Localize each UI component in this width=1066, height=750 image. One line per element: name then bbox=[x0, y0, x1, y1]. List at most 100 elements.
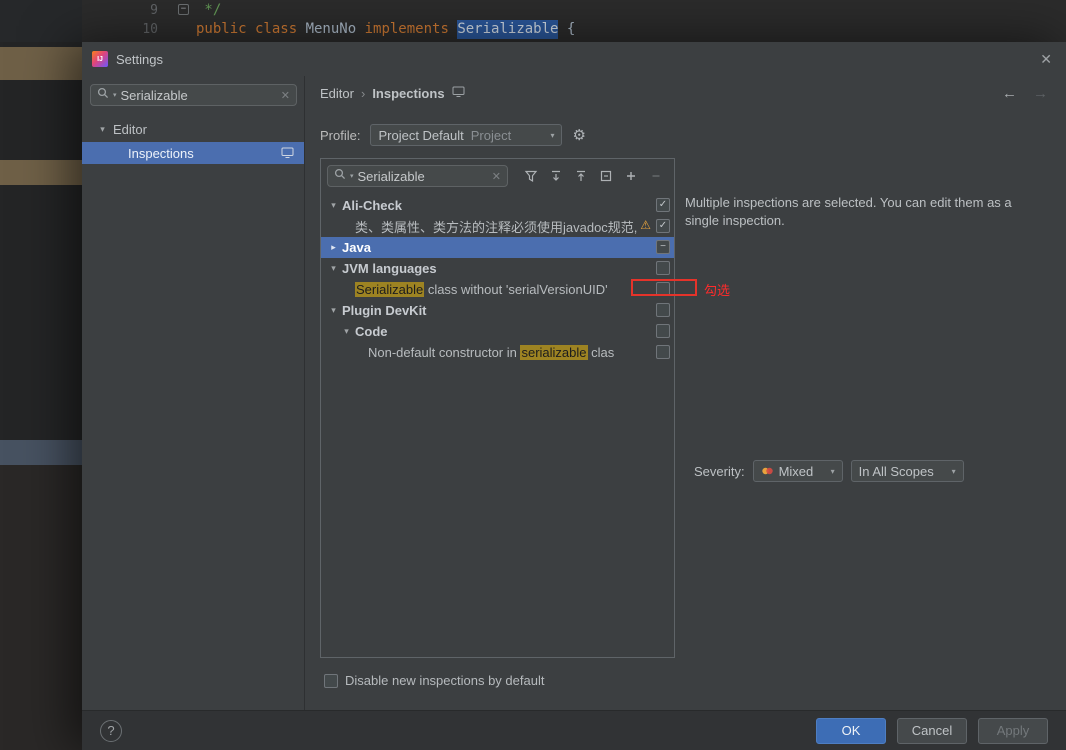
mixed-severity-icon bbox=[761, 465, 774, 477]
monitor-icon bbox=[452, 86, 465, 101]
editor-lines: 9− */ 10 public class MenuNo implements Se… bbox=[112, 1, 575, 39]
code-token: Serializable bbox=[457, 20, 559, 39]
inspection-checkbox[interactable]: ✓ bbox=[656, 198, 670, 212]
scope-dropdown[interactable]: In All Scopes ▾ bbox=[850, 460, 964, 482]
inspection-row[interactable]: ▾ Plugin DevKit bbox=[321, 300, 674, 321]
clear-search-icon[interactable]: ✕ bbox=[281, 89, 290, 102]
inspection-label: Ali-Check bbox=[342, 198, 402, 213]
inspections-search[interactable]: ▾ ✕ bbox=[327, 165, 508, 187]
chevron-down-icon: ▾ bbox=[550, 130, 555, 140]
filter-icon[interactable] bbox=[523, 169, 538, 184]
ok-button[interactable]: OK bbox=[816, 717, 886, 744]
inspection-checkbox[interactable] bbox=[656, 324, 670, 338]
checkbox-icon[interactable] bbox=[324, 673, 338, 688]
search-history-caret-icon[interactable]: ▾ bbox=[350, 172, 354, 180]
remove-icon bbox=[648, 169, 663, 184]
severity-value: Mixed bbox=[778, 463, 814, 479]
code-token: MenuNo bbox=[305, 21, 365, 37]
dialog-title: Settings bbox=[116, 51, 163, 67]
checkbox-label: Disable new inspections by default bbox=[345, 673, 545, 688]
code-token: */ bbox=[196, 2, 222, 18]
breadcrumb: Editor › Inspections bbox=[320, 86, 465, 101]
inspection-checkbox[interactable]: ✓ bbox=[656, 219, 670, 233]
inspection-checkbox[interactable] bbox=[656, 261, 670, 275]
apply-button[interactable]: Apply bbox=[978, 717, 1048, 744]
chevron-down-icon[interactable]: ▾ bbox=[96, 124, 109, 135]
collapse-all-icon[interactable] bbox=[573, 169, 588, 184]
code-token: public class bbox=[196, 21, 306, 37]
code-token: { bbox=[558, 21, 576, 37]
fold-marker-icon[interactable]: − bbox=[158, 1, 196, 20]
monitor-icon bbox=[281, 147, 294, 162]
detail-message: Multiple inspections are selected. You c… bbox=[685, 195, 1012, 228]
project-panel-selection bbox=[0, 440, 82, 465]
scope-value: In All Scopes bbox=[858, 463, 934, 479]
inspection-row[interactable]: ▸ Java − bbox=[321, 237, 674, 258]
clear-search-icon[interactable]: ✕ bbox=[492, 170, 501, 183]
editor-gutter-bg bbox=[0, 0, 82, 42]
breadcrumb-editor[interactable]: Editor bbox=[320, 86, 354, 101]
group-by-icon[interactable] bbox=[598, 169, 613, 184]
inspection-checkbox[interactable]: − bbox=[656, 240, 670, 254]
chevron-down-icon: ▾ bbox=[830, 466, 835, 476]
inspection-row[interactable]: ▾ Code bbox=[321, 321, 674, 342]
inspection-row[interactable]: 类、类属性、类方法的注释必须使用javadoc规范, ⚠ ✓ bbox=[321, 216, 674, 237]
red-annotation-box bbox=[631, 279, 697, 296]
cancel-button[interactable]: Cancel bbox=[897, 717, 967, 744]
project-panel-highlight bbox=[0, 47, 82, 80]
disable-new-inspections-checkbox[interactable]: Disable new inspections by default bbox=[324, 673, 544, 688]
add-icon[interactable] bbox=[623, 169, 638, 184]
profile-hint: Project bbox=[470, 127, 512, 143]
inspection-label: Code bbox=[355, 324, 388, 339]
sidebar-item-inspections[interactable]: Inspections bbox=[82, 142, 304, 164]
inspection-row[interactable]: ▾ Ali-Check ✓ bbox=[321, 195, 674, 216]
chevron-down-icon[interactable]: ▾ bbox=[327, 200, 340, 211]
settings-sidebar: ▾ ✕ ▾ Editor Inspections bbox=[82, 76, 305, 710]
profile-row: Profile: Project Default Project ▾ ⚙ bbox=[320, 124, 586, 146]
dialog-titlebar[interactable]: IJ Settings ✕ bbox=[82, 42, 1066, 76]
gear-icon[interactable]: ⚙ bbox=[572, 126, 585, 144]
inspections-search-input[interactable] bbox=[357, 168, 488, 184]
chevron-right-icon[interactable]: ▸ bbox=[327, 242, 340, 253]
line-number: 9 bbox=[150, 3, 158, 18]
search-history-caret-icon[interactable]: ▾ bbox=[113, 91, 117, 99]
settings-main: Editor › Inspections ← → Profile: Projec… bbox=[305, 76, 1066, 710]
inspection-checkbox[interactable] bbox=[656, 303, 670, 317]
project-panel-bg bbox=[0, 465, 82, 750]
chevron-down-icon: ▾ bbox=[951, 466, 956, 476]
settings-dialog: IJ Settings ✕ ▾ ✕ ▾ Editor Inspections bbox=[82, 42, 1066, 750]
breadcrumb-separator: › bbox=[360, 86, 366, 101]
code-editor[interactable]: 9− */ 10 public class MenuNo implements Se… bbox=[0, 0, 1066, 42]
chevron-down-icon[interactable]: ▾ bbox=[327, 263, 340, 274]
profile-label: Profile: bbox=[320, 127, 361, 143]
inspection-checkbox[interactable] bbox=[656, 345, 670, 359]
sidebar-item-label: Editor bbox=[113, 121, 147, 137]
back-arrow-icon[interactable]: ← bbox=[1002, 85, 1017, 102]
expand-all-icon[interactable] bbox=[548, 169, 563, 184]
inspection-label: Serializable class without 'serialVersio… bbox=[355, 282, 608, 297]
search-icon bbox=[97, 86, 109, 104]
chevron-down-icon[interactable]: ▾ bbox=[340, 326, 353, 337]
inspection-row[interactable]: Serializable class without 'serialVersio… bbox=[321, 279, 730, 300]
inspection-row[interactable]: ▾ JVM languages bbox=[321, 258, 674, 279]
help-button[interactable]: ? bbox=[100, 719, 122, 742]
inspection-row[interactable]: Non-default constructor in serializable … bbox=[321, 342, 674, 363]
severity-label: Severity: bbox=[694, 463, 745, 479]
line-number: 10 bbox=[142, 22, 158, 37]
sidebar-item-label: Inspections bbox=[128, 145, 194, 161]
inspection-label: JVM languages bbox=[342, 261, 437, 276]
forward-arrow-icon[interactable]: → bbox=[1033, 85, 1048, 102]
close-icon[interactable]: ✕ bbox=[1040, 51, 1052, 68]
sidebar-search[interactable]: ▾ ✕ bbox=[90, 84, 297, 106]
sidebar-search-input[interactable] bbox=[120, 87, 277, 103]
profile-dropdown[interactable]: Project Default Project ▾ bbox=[370, 124, 563, 146]
inspection-tree: ▾ Ali-Check ✓ 类、类属性、类方法的注释必须使用javadoc规范, ⚠ ✓ ▸… bbox=[321, 195, 730, 363]
sidebar-item-editor[interactable]: ▾ Editor bbox=[82, 118, 304, 140]
breadcrumb-inspections[interactable]: Inspections bbox=[372, 86, 444, 101]
project-panel-highlight bbox=[0, 160, 82, 185]
red-annotation-text: 勾选 bbox=[704, 283, 731, 298]
inspection-label: Non-default constructor in serializable … bbox=[368, 345, 615, 360]
dialog-button-bar: ? OK Cancel Apply bbox=[82, 710, 1066, 750]
chevron-down-icon[interactable]: ▾ bbox=[327, 305, 340, 316]
severity-dropdown[interactable]: Mixed ▾ bbox=[752, 460, 843, 482]
